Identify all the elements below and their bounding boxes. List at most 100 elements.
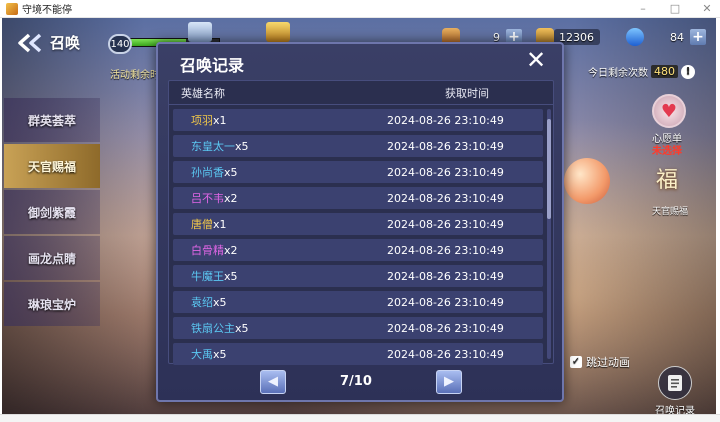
obtain-time: 2024-08-26 23:10:49 bbox=[387, 321, 504, 335]
hero-cell: 大禹x5 bbox=[173, 346, 387, 362]
hero-count: x2 bbox=[224, 244, 238, 257]
obtain-time: 2024-08-26 23:10:49 bbox=[387, 113, 504, 127]
skip-animation-toggle[interactable]: ✓ 跳过动画 bbox=[570, 354, 630, 370]
blessing-icon[interactable]: 福 bbox=[656, 162, 686, 196]
hero-cell: 吕不韦x2 bbox=[173, 190, 387, 206]
table-row: 项羽x1 2024-08-26 23:10:49 bbox=[173, 109, 543, 131]
page-title: 召唤 bbox=[50, 34, 81, 52]
hero-count: x5 bbox=[235, 140, 249, 153]
peach-decoration bbox=[564, 158, 610, 204]
silver-chest-icon[interactable] bbox=[188, 22, 212, 42]
summon-record-button[interactable]: 召唤记录 bbox=[654, 366, 696, 414]
table-row: 牛魔王x5 2024-08-26 23:10:49 bbox=[173, 265, 543, 287]
skip-animation-label: 跳过动画 bbox=[586, 356, 630, 369]
hero-name: 大禹 bbox=[191, 348, 213, 361]
obtain-time: 2024-08-26 23:10:49 bbox=[387, 269, 504, 283]
obtain-time: 2024-08-26 23:10:49 bbox=[387, 165, 504, 179]
app-icon bbox=[6, 2, 18, 15]
bottom-strip bbox=[0, 414, 720, 422]
scrollbar-thumb[interactable] bbox=[547, 119, 551, 219]
hero-cell: 白骨精x2 bbox=[173, 242, 387, 258]
gold-chest-icon[interactable] bbox=[266, 22, 290, 42]
side-item-tianguan[interactable]: 天官赐福 bbox=[4, 144, 100, 188]
modal-title: 召唤记录 bbox=[180, 56, 245, 75]
hero-count: x5 bbox=[213, 348, 227, 361]
close-window-icon[interactable]: ✕ bbox=[700, 2, 714, 15]
side-item-yujian[interactable]: 御剑紫霞 bbox=[4, 190, 100, 234]
minimize-icon[interactable]: – bbox=[636, 2, 650, 15]
table-row: 唐僧x1 2024-08-26 23:10:49 bbox=[173, 213, 543, 235]
obtain-time: 2024-08-26 23:10:49 bbox=[387, 295, 504, 309]
obtain-time: 2024-08-26 23:10:49 bbox=[387, 191, 504, 205]
side-item-qunying[interactable]: 群英荟萃 bbox=[4, 98, 100, 142]
remaining-label: 今日剩余次数 bbox=[588, 68, 648, 79]
hero-name: 唐僧 bbox=[191, 218, 213, 231]
hero-cell: 项羽x1 bbox=[173, 112, 387, 128]
next-page-button[interactable]: ▶ bbox=[436, 370, 462, 394]
window-titlebar: 守境不能停 – □ ✕ bbox=[0, 0, 720, 18]
hero-count: x1 bbox=[213, 218, 227, 231]
hero-count: x5 bbox=[213, 296, 227, 309]
record-table: 英雄名称 获取时间 项羽x1 2024-08-26 23:10:49 东皇太一x5 2… bbox=[168, 80, 554, 365]
maximize-icon[interactable]: □ bbox=[668, 2, 682, 15]
side-item-hualong[interactable]: 画龙点睛 bbox=[4, 236, 100, 280]
hero-count: x1 bbox=[213, 114, 227, 127]
document-icon bbox=[658, 366, 692, 400]
hero-name: 白骨精 bbox=[191, 244, 224, 257]
pagination: ◀ 7/10 ▶ bbox=[158, 370, 562, 396]
side-item-label: 琳琅宝炉 bbox=[28, 297, 77, 312]
hero-cell: 铁扇公主x5 bbox=[173, 320, 387, 336]
hero-name: 孙尚香 bbox=[191, 166, 224, 179]
remaining-count: 今日剩余次数 480 ! bbox=[588, 64, 695, 79]
window-title: 守境不能停 bbox=[22, 5, 72, 16]
hero-name: 袁绍 bbox=[191, 296, 213, 309]
close-icon[interactable]: ✕ bbox=[524, 48, 548, 72]
checkbox-checked-icon[interactable]: ✓ bbox=[570, 356, 582, 368]
activity-time-text: 活动剩余时 bbox=[110, 70, 160, 81]
side-item-label: 御剑紫霞 bbox=[28, 205, 77, 220]
prev-page-button[interactable]: ◀ bbox=[260, 370, 286, 394]
table-header: 英雄名称 获取时间 bbox=[169, 81, 553, 105]
table-row: 白骨精x2 2024-08-26 23:10:49 bbox=[173, 239, 543, 261]
table-row: 袁绍x5 2024-08-26 23:10:49 bbox=[173, 291, 543, 313]
obtain-time: 2024-08-26 23:10:49 bbox=[387, 139, 504, 153]
wish-list-button[interactable]: ♥ bbox=[652, 94, 686, 128]
record-rows: 项羽x1 2024-08-26 23:10:49 东皇太一x5 2024-08-26 … bbox=[173, 109, 543, 369]
hero-count: x5 bbox=[224, 270, 238, 283]
window-controls: – □ ✕ bbox=[636, 2, 714, 15]
side-item-label: 群英荟萃 bbox=[28, 113, 77, 128]
hero-cell: 袁绍x5 bbox=[173, 294, 387, 310]
table-row: 东皇太一x5 2024-08-26 23:10:49 bbox=[173, 135, 543, 157]
heart-icon: ♥ bbox=[660, 100, 678, 122]
back-arrow-icon bbox=[18, 33, 42, 52]
side-item-linlang[interactable]: 琳琅宝炉 bbox=[4, 282, 100, 326]
blessing-label: 天官赐福 bbox=[652, 207, 689, 217]
side-item-label: 画龙点睛 bbox=[28, 251, 77, 266]
diamond-icon bbox=[626, 28, 644, 46]
back-button[interactable]: 召唤 bbox=[18, 32, 80, 53]
hero-name: 吕不韦 bbox=[191, 192, 224, 205]
hero-count: x2 bbox=[224, 192, 238, 205]
side-menu: 群英荟萃 天官赐福 御剑紫霞 画龙点睛 琳琅宝炉 bbox=[4, 98, 100, 328]
hero-cell: 牛魔王x5 bbox=[173, 268, 387, 284]
hero-count: x5 bbox=[224, 166, 238, 179]
hero-cell: 唐僧x1 bbox=[173, 216, 387, 232]
table-row: 铁扇公主x5 2024-08-26 23:10:49 bbox=[173, 317, 543, 339]
obtain-time: 2024-08-26 23:10:49 bbox=[387, 347, 504, 361]
add-diamond-button[interactable]: + bbox=[690, 29, 706, 45]
column-obtain-time: 获取时间 bbox=[445, 86, 489, 100]
summon-record-label: 召唤记录 bbox=[655, 406, 695, 414]
scrollbar[interactable] bbox=[547, 109, 551, 359]
remaining-value: 480 bbox=[651, 65, 678, 78]
hero-name: 铁扇公主 bbox=[191, 322, 235, 335]
hero-name: 牛魔王 bbox=[191, 270, 224, 283]
hero-cell: 东皇太一x5 bbox=[173, 138, 387, 154]
hero-count: x5 bbox=[235, 322, 249, 335]
info-icon[interactable]: ! bbox=[681, 64, 695, 79]
wish-list-status: 未选择 bbox=[652, 146, 682, 157]
level-badge: 140 bbox=[108, 34, 132, 54]
column-hero-name: 英雄名称 bbox=[181, 86, 225, 100]
hero-name: 项羽 bbox=[191, 114, 213, 127]
obtain-time: 2024-08-26 23:10:49 bbox=[387, 243, 504, 257]
page-indicator: 7/10 bbox=[340, 374, 372, 389]
